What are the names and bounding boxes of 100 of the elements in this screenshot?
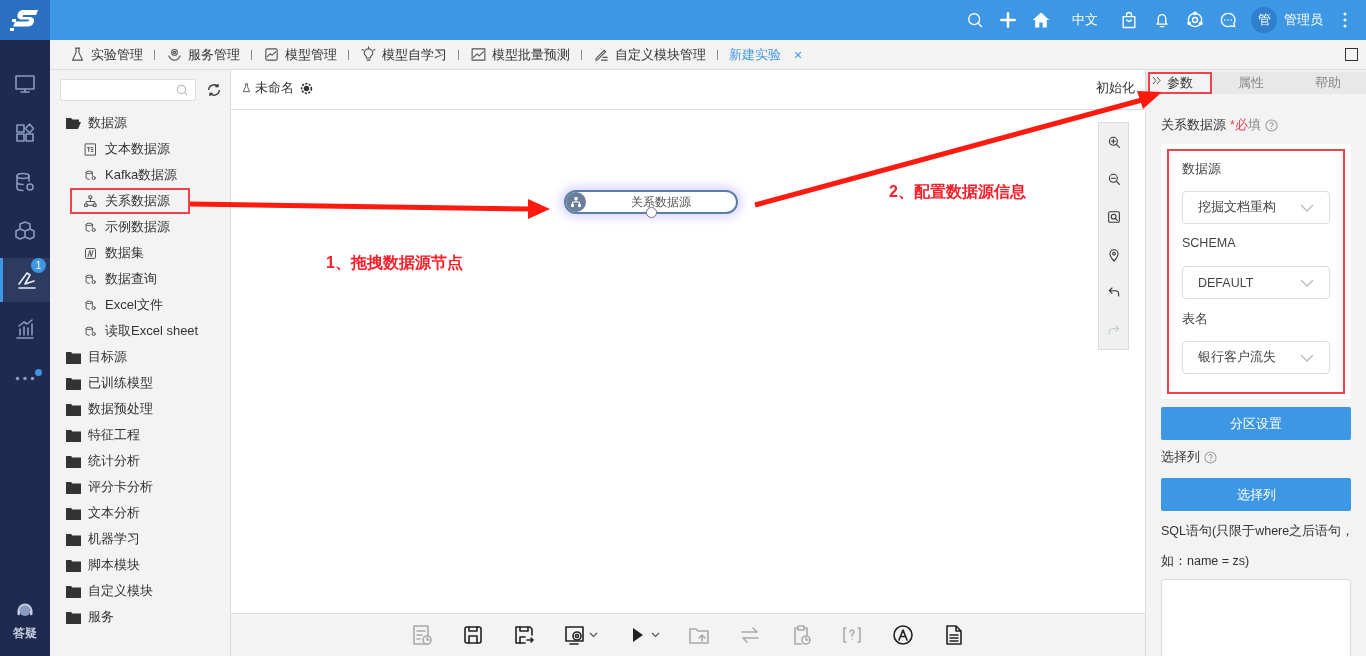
tree-folder[interactable]: 文本分析 <box>50 500 230 526</box>
database-icon <box>83 297 98 313</box>
fit-view-icon[interactable] <box>1105 209 1122 226</box>
tree-folder[interactable]: 脚本模块 <box>50 552 230 578</box>
field-label: 选择列 <box>1161 448 1200 466</box>
tree-folder[interactable]: 评分卡分析 <box>50 474 230 500</box>
save-as-icon[interactable] <box>512 623 536 647</box>
output-port[interactable] <box>646 207 657 218</box>
tab-label: 属性 <box>1237 74 1264 92</box>
folder-label: 特征工程 <box>88 426 140 444</box>
tree-item[interactable]: 示例数据源 <box>50 214 230 240</box>
tree-folder[interactable]: 机器学习 <box>50 526 230 552</box>
help-label[interactable]: 答疑 <box>13 625 37 642</box>
panel-tab[interactable]: 参数 <box>1148 72 1212 94</box>
item-label: 示例数据源 <box>105 218 170 236</box>
folder-label: 数据源 <box>88 114 127 132</box>
monitor-icon <box>13 72 37 96</box>
chevron-down-icon <box>1300 353 1314 362</box>
folder-label: 目标源 <box>88 348 127 366</box>
item-label: Kafka数据源 <box>105 166 178 184</box>
tree-folder[interactable]: 数据预处理 <box>50 396 230 422</box>
tree-folder[interactable]: 特征工程 <box>50 422 230 448</box>
tab[interactable]: 模型批量预测 <box>467 45 573 64</box>
count-badge: 1 <box>31 258 46 273</box>
database-icon <box>83 219 98 235</box>
tree-folder[interactable]: 数据源 <box>50 110 230 136</box>
field-label: SCHEMA <box>1182 236 1237 252</box>
field-label: 数据源 <box>1182 161 1222 178</box>
dropdown-field[interactable]: 银行客户流失 <box>1182 341 1330 374</box>
sql-label: SQL语句(只限于where之后语句， <box>1161 523 1351 540</box>
logo-icon[interactable] <box>10 7 40 33</box>
search-icon[interactable] <box>965 10 985 30</box>
search-icon <box>175 83 189 97</box>
circle-letter-icon[interactable] <box>891 623 915 647</box>
tree-folder[interactable]: 已训练模型 <box>50 370 230 396</box>
search-field[interactable] <box>60 79 196 101</box>
chevron-down-icon <box>1300 278 1314 287</box>
tab-label: 模型自学习 <box>382 45 447 64</box>
tree-folder[interactable]: 统计分析 <box>50 448 230 474</box>
apps-icon <box>13 121 37 145</box>
chart-box-icon <box>263 46 280 63</box>
caret-icon[interactable] <box>589 632 598 638</box>
tab[interactable]: 模型自学习 <box>357 45 450 64</box>
hierarchy-icon <box>83 193 98 209</box>
more-options-icon[interactable] <box>1342 12 1348 28</box>
tree-folder[interactable]: 自定义模块 <box>50 578 230 604</box>
section-label: 关系数据源 <box>1161 116 1226 134</box>
dropdown-field[interactable]: 挖掘文档重构 <box>1182 191 1330 224</box>
save-icon[interactable] <box>461 623 485 647</box>
tree-item[interactable]: 文本数据源 <box>50 136 230 162</box>
tree-item[interactable]: Kafka数据源 <box>50 162 230 188</box>
refresh-icon[interactable] <box>206 82 222 98</box>
collapse-icon[interactable] <box>1152 76 1161 85</box>
plus-icon[interactable] <box>998 10 1018 30</box>
tree-folder[interactable]: 服务 <box>50 604 230 630</box>
dropdown-field[interactable]: DEFAULT <box>1182 266 1330 299</box>
tree-item[interactable]: 关系数据源 <box>70 188 190 214</box>
dataset-icon <box>83 245 98 261</box>
tab[interactable]: 模型管理 <box>260 45 340 64</box>
user-avatar[interactable]: 管 <box>1251 7 1277 33</box>
network-icon[interactable] <box>1185 10 1205 30</box>
folder-label: 统计分析 <box>88 452 140 470</box>
caret-icon[interactable] <box>651 632 660 638</box>
text-file-icon <box>83 141 98 157</box>
initialize-link[interactable]: 初始化 <box>1096 79 1135 97</box>
flask-icon <box>69 46 86 63</box>
tree-item[interactable]: 数据查询 <box>50 266 230 292</box>
sql-input[interactable] <box>1161 579 1351 656</box>
item-label: 数据查询 <box>105 270 157 288</box>
tab[interactable]: 服务管理 <box>163 45 243 64</box>
tab-label: 帮助 <box>1314 74 1341 92</box>
settings-icon[interactable] <box>300 81 313 95</box>
bulb-icon <box>360 46 377 63</box>
tab[interactable]: 自定义模块管理 <box>590 45 709 64</box>
monitor-gear-icon[interactable] <box>563 623 587 647</box>
more-icon <box>15 375 35 381</box>
tree-item[interactable]: 数据集 <box>50 240 230 266</box>
folder-label: 评分卡分析 <box>88 478 153 496</box>
service-icon <box>166 46 183 63</box>
field-label: 表名 <box>1182 311 1209 328</box>
folder-label: 文本分析 <box>88 504 140 522</box>
item-label: Excel文件 <box>105 296 163 314</box>
tree-item[interactable]: Excel文件 <box>50 292 230 318</box>
flask-icon <box>241 82 252 94</box>
tab-label: 实验管理 <box>91 45 143 64</box>
tree-folder[interactable]: 目标源 <box>50 344 230 370</box>
tab-label: 参数 <box>1167 74 1193 92</box>
tree-item[interactable]: 读取Excel sheet <box>50 318 230 344</box>
chevron-down-icon <box>1300 203 1314 212</box>
item-label: 关系数据源 <box>105 192 170 210</box>
tab[interactable]: 实验管理 <box>66 45 146 64</box>
annotation-text: 2、配置数据源信息 <box>889 182 1026 202</box>
item-label: 读取Excel sheet <box>105 322 199 340</box>
chat-icon[interactable] <box>1218 10 1238 30</box>
folder-label: 数据预处理 <box>88 400 153 418</box>
home-icon[interactable] <box>1031 10 1051 30</box>
cubes-icon <box>13 219 37 243</box>
maximize-icon[interactable] <box>1345 48 1358 61</box>
database-gear-icon <box>13 170 37 194</box>
hierarchy-icon <box>566 192 586 212</box>
